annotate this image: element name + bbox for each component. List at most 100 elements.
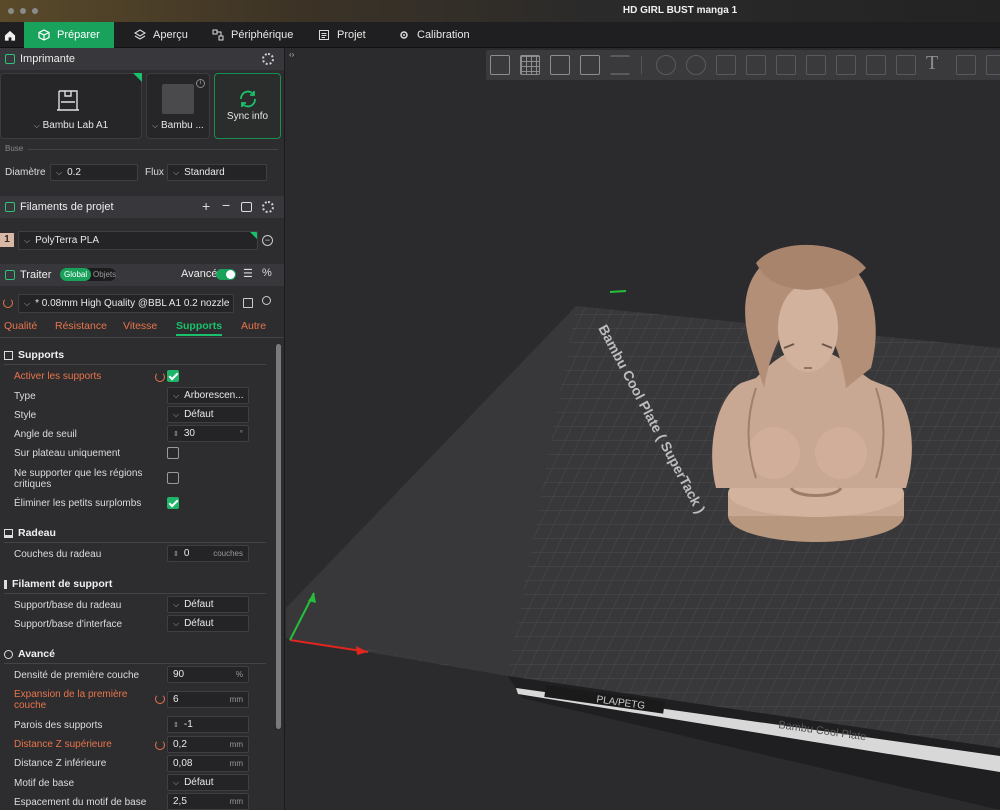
color-paint-icon[interactable] xyxy=(896,55,916,75)
tab-calibration[interactable]: Calibration xyxy=(388,22,480,48)
settings-scrollbar[interactable] xyxy=(276,344,281,729)
add-filament-icon[interactable]: + xyxy=(202,198,210,214)
nozzle-separator xyxy=(28,149,278,150)
threshold-angle-label: Angle de seuil xyxy=(14,429,77,440)
preset-modified-icon xyxy=(3,298,13,308)
tab-prepare[interactable]: Préparer xyxy=(24,22,114,48)
global-objects-toggle[interactable]: Global Objets xyxy=(60,268,116,281)
info-icon[interactable]: i xyxy=(196,79,205,88)
support-style-select[interactable]: ⌵ Défaut xyxy=(167,406,249,423)
supports-icon xyxy=(4,350,13,360)
base-pattern-label: Motif de base xyxy=(14,778,75,789)
project-icon xyxy=(319,30,329,40)
auto-orient-icon[interactable] xyxy=(550,55,570,75)
cut-icon[interactable] xyxy=(776,55,796,75)
raft-layers-input[interactable]: ⇕ 0 couches xyxy=(167,545,249,562)
gear-icon[interactable] xyxy=(262,53,274,65)
sync-info-button[interactable]: Sync info xyxy=(214,73,281,139)
support-filament-group-title: Filament de support xyxy=(4,578,112,590)
tab-project-label: Projet xyxy=(337,29,366,41)
flow-label: Flux xyxy=(145,167,164,178)
global-option[interactable]: Global xyxy=(60,268,92,281)
list-icon[interactable]: ☰ xyxy=(243,267,253,280)
raft-base-filament-select[interactable]: ⌵ Défaut xyxy=(167,596,249,613)
flow-select[interactable]: ⌵ Standard xyxy=(167,164,267,181)
raft-layers-label: Couches du radeau xyxy=(14,549,102,560)
remove-filament-button[interactable]: − xyxy=(262,235,273,246)
tab-preview[interactable]: Aperçu xyxy=(124,22,198,48)
printer-card[interactable]: ⌵ Bambu Lab A1 xyxy=(0,73,142,139)
place-on-face-icon[interactable] xyxy=(746,55,766,75)
support-style-label: Style xyxy=(14,410,37,421)
on-plate-only-checkbox[interactable] xyxy=(167,447,179,459)
filament-settings-gear-icon[interactable] xyxy=(262,201,274,213)
support-wall-loops-input[interactable]: ⇕ -1 xyxy=(167,716,249,733)
printer-section-header[interactable]: Imprimante xyxy=(0,48,284,70)
add-plate-icon[interactable] xyxy=(520,55,540,75)
plate-card[interactable]: i ⌵ Bambu ... xyxy=(146,73,210,139)
reset-enable-supports-icon[interactable] xyxy=(155,372,165,382)
filament-index-swatch[interactable]: 1 xyxy=(0,233,14,247)
home-button[interactable] xyxy=(0,22,20,48)
arrange-icon[interactable] xyxy=(580,55,600,75)
remove-small-overhangs-checkbox[interactable] xyxy=(167,497,179,509)
seam-paint-icon[interactable] xyxy=(866,55,886,75)
advanced-toggle[interactable] xyxy=(216,269,236,280)
split-icon[interactable] xyxy=(610,55,630,75)
minimize-window-icon[interactable] xyxy=(20,8,26,14)
text-tool-icon[interactable]: T xyxy=(926,52,938,75)
scale-icon[interactable] xyxy=(716,55,736,75)
objects-option[interactable]: Objets xyxy=(93,268,116,281)
raft-group-title: Radeau xyxy=(4,527,56,539)
support-paint-icon[interactable] xyxy=(836,55,856,75)
threshold-angle-input[interactable]: ⇕ 30 ° xyxy=(167,425,249,442)
home-icon xyxy=(4,30,16,41)
base-pattern-select[interactable]: ⌵ Défaut xyxy=(167,774,249,791)
assembly-icon[interactable] xyxy=(986,55,1000,75)
support-type-select[interactable]: ⌵ Arborescen... xyxy=(167,387,249,404)
tab-preview-label: Aperçu xyxy=(153,29,188,41)
printer-section-icon xyxy=(5,54,15,64)
filament-sync-icon[interactable] xyxy=(241,202,252,212)
percent-icon[interactable]: % xyxy=(262,267,272,279)
remove-filament-icon[interactable]: − xyxy=(222,197,230,213)
filaments-section-header: Filaments de projet + − xyxy=(0,196,284,218)
tab-project[interactable]: Projet xyxy=(308,22,376,48)
reset-top-z-distance-icon[interactable] xyxy=(155,740,165,750)
save-preset-icon[interactable] xyxy=(243,298,253,308)
sync-icon xyxy=(240,90,256,108)
mesh-boolean-icon[interactable] xyxy=(806,55,826,75)
support-type-label: Type xyxy=(14,391,36,402)
process-preset-select[interactable]: ⌵ * 0.08mm High Quality @BBL A1 0.2 nozzl… xyxy=(18,294,234,313)
tab-device[interactable]: Périphérique xyxy=(202,22,303,48)
filament-select[interactable]: ⌵ PolyTerra PLA xyxy=(18,231,258,250)
zoom-window-icon[interactable] xyxy=(32,8,38,14)
subtab-speed[interactable]: Vitesse xyxy=(123,320,157,332)
rotate-icon[interactable] xyxy=(686,55,706,75)
window-title-bar: HD GIRL BUST manga 1 xyxy=(0,0,1000,22)
move-icon[interactable] xyxy=(656,55,676,75)
close-window-icon[interactable] xyxy=(8,8,14,14)
remove-small-overhangs-label: Éliminer les petits surplombs xyxy=(14,498,142,509)
3d-viewport[interactable]: ‹› Bambu Cool Plate ( SuperTack ) Bambu xyxy=(286,48,1000,810)
enable-supports-checkbox[interactable] xyxy=(167,370,179,382)
model-bust[interactable] xyxy=(712,244,912,542)
critical-regions-checkbox[interactable] xyxy=(167,472,179,484)
subtab-other[interactable]: Autre xyxy=(241,320,266,332)
first-layer-expansion-input[interactable]: 6 mm xyxy=(167,691,249,708)
interface-filament-select[interactable]: ⌵ Défaut xyxy=(167,615,249,632)
base-pattern-spacing-input[interactable]: 2,5 mm xyxy=(167,793,249,810)
top-z-distance-input[interactable]: 0,2 mm xyxy=(167,736,249,753)
subtab-strength[interactable]: Résistance xyxy=(55,320,107,332)
subtab-supports[interactable]: Supports xyxy=(176,320,223,336)
reset-first-layer-expansion-icon[interactable] xyxy=(155,694,165,704)
diameter-select[interactable]: ⌵ 0.2 xyxy=(50,164,138,181)
subtab-quality[interactable]: Qualité xyxy=(4,320,37,332)
app-window: HD GIRL BUST manga 1 Préparer Aperçu Pér… xyxy=(0,0,1000,810)
on-plate-only-label: Sur plateau uniquement xyxy=(14,448,121,459)
measure-icon[interactable] xyxy=(956,55,976,75)
add-object-icon[interactable] xyxy=(490,55,510,75)
bottom-z-distance-input[interactable]: 0,08 mm xyxy=(167,755,249,772)
first-layer-density-input[interactable]: 90% xyxy=(167,666,249,683)
search-icon[interactable] xyxy=(262,296,271,305)
